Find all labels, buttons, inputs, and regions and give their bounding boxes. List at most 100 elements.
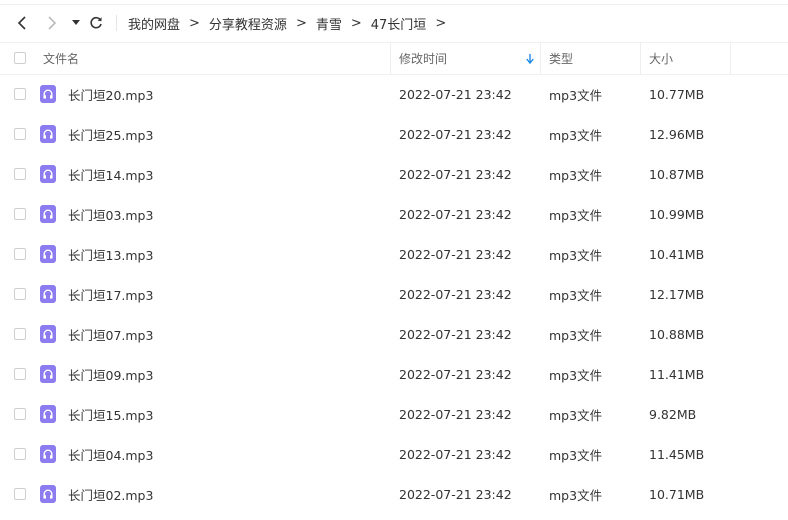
file-name[interactable]: 长门垣20.mp3 xyxy=(68,74,153,114)
file-size: 10.77MB xyxy=(649,86,705,102)
breadcrumb-separator: > xyxy=(189,15,200,31)
file-modified-time: 2022-07-21 23:42 xyxy=(399,166,512,182)
file-size: 9.82MB xyxy=(649,406,697,422)
file-type: mp3文件 xyxy=(549,207,603,223)
column-divider[interactable] xyxy=(540,43,541,74)
refresh-button[interactable] xyxy=(86,13,106,33)
back-button[interactable] xyxy=(12,13,32,33)
audio-file-icon xyxy=(40,445,56,463)
file-name[interactable]: 长门垣07.mp3 xyxy=(68,314,153,354)
file-type: mp3文件 xyxy=(549,327,603,343)
column-header-name-label: 文件名 xyxy=(43,52,80,66)
file-row[interactable]: 长门垣17.mp3 2022-07-21 23:42 mp3文件 12.17MB xyxy=(0,274,788,314)
row-checkbox[interactable] xyxy=(14,408,26,420)
file-type: mp3文件 xyxy=(549,367,603,383)
file-type: mp3文件 xyxy=(549,127,603,143)
file-name[interactable]: 长门垣25.mp3 xyxy=(68,114,153,154)
file-name[interactable]: 长门垣17.mp3 xyxy=(68,274,153,314)
audio-file-icon xyxy=(40,85,56,103)
file-row[interactable]: 长门垣02.mp3 2022-07-21 23:42 mp3文件 10.71MB xyxy=(0,474,788,514)
file-modified-time: 2022-07-21 23:42 xyxy=(399,406,512,422)
file-row[interactable]: 长门垣04.mp3 2022-07-21 23:42 mp3文件 11.45MB xyxy=(0,434,788,474)
file-row[interactable]: 长门垣15.mp3 2022-07-21 23:42 mp3文件 9.82MB xyxy=(0,394,788,434)
column-divider[interactable] xyxy=(730,43,731,74)
column-header-type[interactable]: 类型 xyxy=(549,43,573,74)
file-name[interactable]: 长门垣02.mp3 xyxy=(68,474,153,514)
file-name[interactable]: 长门垣13.mp3 xyxy=(68,234,153,274)
file-row[interactable]: 长门垣13.mp3 2022-07-21 23:42 mp3文件 10.41MB xyxy=(0,234,788,274)
row-checkbox[interactable] xyxy=(14,168,26,180)
select-all-checkbox-wrap[interactable] xyxy=(14,52,26,64)
audio-file-icon xyxy=(40,205,56,223)
file-size: 11.45MB xyxy=(649,446,705,462)
file-modified-time: 2022-07-21 23:42 xyxy=(399,206,512,222)
column-divider[interactable] xyxy=(390,43,391,74)
row-checkbox[interactable] xyxy=(14,88,26,100)
row-checkbox[interactable] xyxy=(14,328,26,340)
file-row[interactable]: 长门垣03.mp3 2022-07-21 23:42 mp3文件 10.99MB xyxy=(0,194,788,234)
file-name[interactable]: 长门垣09.mp3 xyxy=(68,354,153,394)
row-checkbox[interactable] xyxy=(14,248,26,260)
breadcrumb-separator: > xyxy=(295,15,307,31)
audio-file-icon xyxy=(40,365,56,383)
audio-file-icon xyxy=(40,485,56,503)
audio-file-icon xyxy=(40,165,56,183)
file-type: mp3文件 xyxy=(549,287,603,303)
row-checkbox[interactable] xyxy=(14,128,26,140)
column-header-modified[interactable]: 修改时间 xyxy=(399,43,540,74)
file-size: 12.96MB xyxy=(649,126,705,142)
navigation-bar: 我的网盘 > 分享教程资源 > 青雪 > 47长门垣 > xyxy=(0,5,788,41)
file-modified-time: 2022-07-21 23:42 xyxy=(399,326,512,342)
chevron-left-icon xyxy=(17,16,26,30)
refresh-icon xyxy=(90,16,102,29)
breadcrumb-item-root[interactable]: 我的网盘 xyxy=(128,14,180,33)
row-checkbox[interactable] xyxy=(14,288,26,300)
breadcrumb-separator: > xyxy=(435,15,447,31)
file-modified-time: 2022-07-21 23:42 xyxy=(399,486,512,502)
sort-descending-icon xyxy=(526,54,534,64)
caret-down-icon xyxy=(72,20,80,25)
file-row[interactable]: 长门垣09.mp3 2022-07-21 23:42 mp3文件 11.41MB xyxy=(0,354,788,394)
column-header-type-label: 类型 xyxy=(549,52,574,66)
file-name[interactable]: 长门垣15.mp3 xyxy=(68,394,153,434)
row-checkbox[interactable] xyxy=(14,488,26,500)
file-row[interactable]: 长门垣20.mp3 2022-07-21 23:42 mp3文件 10.77MB xyxy=(0,74,788,114)
file-list: 长门垣20.mp3 2022-07-21 23:42 mp3文件 10.77MB… xyxy=(0,74,788,514)
column-header-name[interactable]: 文件名 xyxy=(43,43,79,74)
row-checkbox[interactable] xyxy=(14,368,26,380)
file-modified-time: 2022-07-21 23:42 xyxy=(399,286,512,302)
file-size: 10.99MB xyxy=(649,206,705,222)
file-row[interactable]: 长门垣25.mp3 2022-07-21 23:42 mp3文件 12.96MB xyxy=(0,114,788,154)
file-list-header: 文件名 修改时间 类型 大小 xyxy=(0,42,788,75)
file-type: mp3文件 xyxy=(549,487,603,503)
audio-file-icon xyxy=(40,245,56,263)
file-type: mp3文件 xyxy=(549,87,603,103)
file-row[interactable]: 长门垣14.mp3 2022-07-21 23:42 mp3文件 10.87MB xyxy=(0,154,788,194)
audio-file-icon xyxy=(40,325,56,343)
history-dropdown-button[interactable] xyxy=(66,13,86,33)
file-size: 10.71MB xyxy=(649,486,705,502)
column-divider[interactable] xyxy=(640,43,641,74)
file-size: 10.87MB xyxy=(649,166,705,182)
file-modified-time: 2022-07-21 23:42 xyxy=(399,246,512,262)
breadcrumb-item-share[interactable]: 分享教程资源 xyxy=(209,14,287,33)
file-type: mp3文件 xyxy=(549,247,603,263)
file-type: mp3文件 xyxy=(549,167,603,183)
column-header-size[interactable]: 大小 xyxy=(649,43,673,74)
row-checkbox[interactable] xyxy=(14,208,26,220)
column-header-size-label: 大小 xyxy=(649,52,674,66)
file-name[interactable]: 长门垣04.mp3 xyxy=(68,434,153,474)
file-name[interactable]: 长门垣03.mp3 xyxy=(68,194,153,234)
row-checkbox[interactable] xyxy=(14,448,26,460)
breadcrumb-item-qingxue[interactable]: 青雪 xyxy=(316,14,342,33)
forward-button[interactable] xyxy=(42,13,62,33)
file-size: 10.88MB xyxy=(649,326,705,342)
select-all-checkbox[interactable] xyxy=(14,52,26,64)
file-row[interactable]: 长门垣07.mp3 2022-07-21 23:42 mp3文件 10.88MB xyxy=(0,314,788,354)
breadcrumb-item-current[interactable]: 47长门垣 xyxy=(371,14,427,33)
file-size: 11.41MB xyxy=(649,366,705,382)
file-modified-time: 2022-07-21 23:42 xyxy=(399,86,512,102)
breadcrumb-separator: > xyxy=(350,15,362,31)
file-name[interactable]: 长门垣14.mp3 xyxy=(68,154,153,194)
audio-file-icon xyxy=(40,125,56,143)
